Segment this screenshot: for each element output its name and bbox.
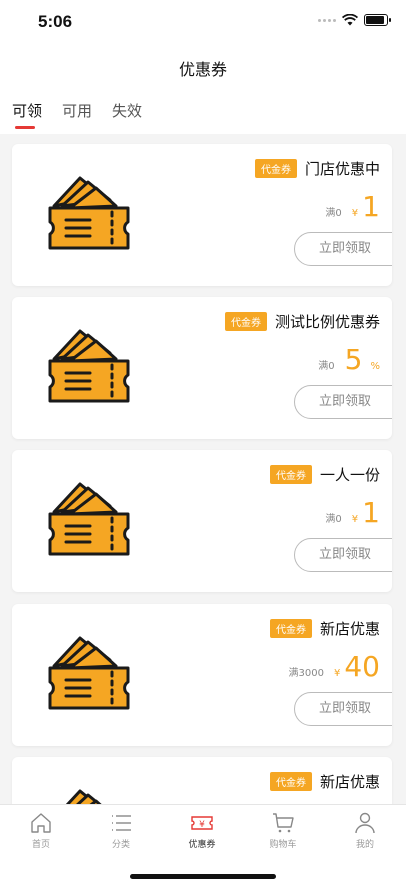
page-title: 优惠券 xyxy=(178,60,227,79)
coupon-name: 新店优惠 xyxy=(319,773,380,791)
ticket-icon xyxy=(44,628,136,718)
currency-symbol: ¥ xyxy=(351,514,359,525)
ticket-icon xyxy=(48,482,130,556)
coupon-min-spend: 满0 xyxy=(325,208,342,219)
status-bar: 5:06 xyxy=(0,0,406,46)
tab-usable[interactable]: 可用 xyxy=(62,100,92,121)
claim-button[interactable]: 立即领取 xyxy=(294,232,392,266)
coupon-title-row: 代金券 一人一份 xyxy=(269,464,380,485)
coupon-amount-row: 满3000 ¥40 xyxy=(289,650,380,683)
coupon-amount-row: 满0 5% xyxy=(318,343,380,376)
battery-icon xyxy=(364,14,391,26)
coupon-title-row: 代金券 门店优惠中 xyxy=(254,158,380,179)
coupon-type-badge: 代金券 xyxy=(269,465,312,484)
percent-symbol: % xyxy=(370,361,380,372)
coupon-icon: ¥ xyxy=(191,816,213,830)
coupon-amount: 40 xyxy=(344,650,380,683)
coupon-min-spend: 满3000 xyxy=(288,668,324,679)
tabbar-coupon[interactable]: ¥ 优惠券 xyxy=(172,811,232,850)
svg-text:¥: ¥ xyxy=(199,820,205,830)
user-icon xyxy=(355,812,375,834)
ticket-icon xyxy=(44,321,136,411)
tabbar-profile[interactable]: 我的 xyxy=(335,811,395,850)
ticket-icon xyxy=(44,474,136,564)
coupon-name: 新店优惠 xyxy=(319,620,380,638)
status-icons xyxy=(318,14,391,26)
coupon-card: 代金券 门店优惠中满0 ¥1 立即领取 xyxy=(12,144,392,286)
coupon-tabs: 可领 可用 失效 xyxy=(0,90,406,134)
coupon-title-row: 代金券 新店优惠 xyxy=(269,618,380,639)
home-icon xyxy=(31,813,51,833)
coupon-title-row: 代金券 测试比例优惠券 xyxy=(224,311,380,332)
coupon-amount: 1 xyxy=(362,190,380,223)
tab-expired[interactable]: 失效 xyxy=(112,100,142,121)
ticket-icon xyxy=(48,176,130,250)
tab-active-indicator xyxy=(15,126,35,129)
coupon-card: 代金券 新店优惠满3000 ¥40 立即领取 xyxy=(12,604,392,746)
claim-button[interactable]: 立即领取 xyxy=(294,538,392,572)
nav-header: 优惠券 xyxy=(0,46,406,90)
coupon-min-spend: 满0 xyxy=(325,514,342,525)
coupon-amount-row: 满0 ¥1 xyxy=(325,496,380,529)
signal-icon xyxy=(318,18,336,22)
coupon-card: 代金券 一人一份满0 ¥1 立即领取 xyxy=(12,450,392,592)
coupon-type-badge: 代金券 xyxy=(254,159,297,178)
list-icon xyxy=(112,815,131,831)
cart-icon xyxy=(273,813,294,833)
coupon-min-spend: 满0 xyxy=(318,361,335,372)
coupon-type-badge: 代金券 xyxy=(224,312,267,331)
wifi-icon xyxy=(342,14,358,26)
claim-button[interactable]: 立即领取 xyxy=(294,692,392,726)
ticket-icon xyxy=(48,329,130,403)
status-time: 5:06 xyxy=(38,12,73,31)
coupon-name: 测试比例优惠券 xyxy=(274,313,380,331)
currency-symbol: ¥ xyxy=(351,208,359,219)
coupon-amount: 5 xyxy=(344,343,363,376)
ticket-icon xyxy=(44,168,136,258)
tabbar-category[interactable]: 分类 xyxy=(91,811,151,850)
coupon-title-row: 代金券 新店优惠 xyxy=(269,771,380,792)
tabbar-label-coupon: 优惠券 xyxy=(188,840,216,850)
coupon-type-badge: 代金券 xyxy=(269,772,312,791)
tabbar-cart[interactable]: 购物车 xyxy=(253,811,313,850)
tabbar-home[interactable]: 首页 xyxy=(11,811,71,850)
coupon-type-badge: 代金券 xyxy=(269,619,312,638)
coupon-amount-row: 满0 ¥1 xyxy=(325,190,380,223)
ticket-icon xyxy=(48,636,130,710)
coupon-name: 门店优惠中 xyxy=(304,160,380,178)
tabbar-label-category: 分类 xyxy=(111,840,130,850)
claim-button[interactable]: 立即领取 xyxy=(294,385,392,419)
tabbar-label-cart: 购物车 xyxy=(269,840,297,850)
coupon-amount: 1 xyxy=(362,496,380,529)
currency-symbol: ¥ xyxy=(333,668,341,679)
tab-available-to-claim[interactable]: 可领 xyxy=(12,100,42,121)
home-indicator xyxy=(130,874,276,879)
coupon-card: 代金券 测试比例优惠券满0 5% 立即领取 xyxy=(12,297,392,439)
coupon-name: 一人一份 xyxy=(319,466,380,484)
tabbar-label-home: 首页 xyxy=(31,840,50,850)
tabbar-label-profile: 我的 xyxy=(355,840,374,850)
